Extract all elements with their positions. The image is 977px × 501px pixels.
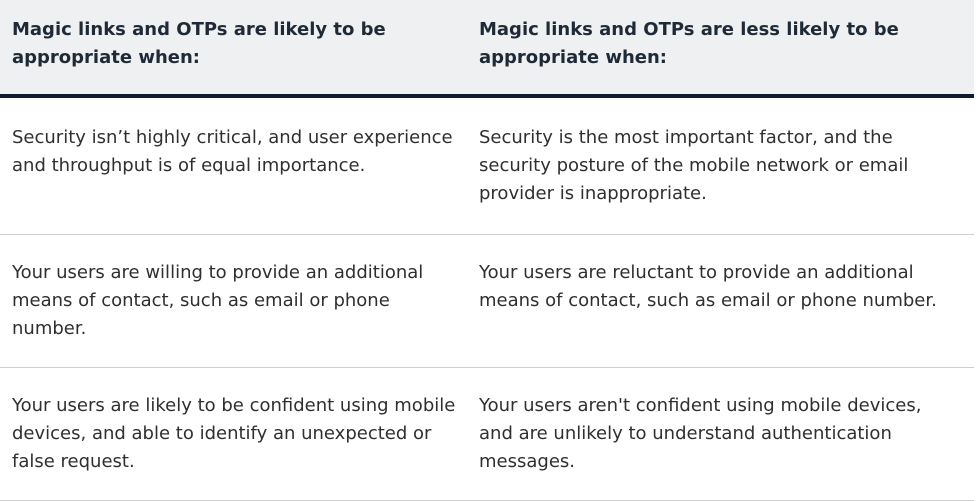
cell-text: Security is the most important factor, a… — [479, 127, 909, 204]
cell-appropriate: Your users are willing to provide an add… — [0, 234, 467, 368]
cell-text: Your users are reluctant to provide an a… — [479, 262, 937, 311]
cell-less-appropriate: Your users aren't confident using mobile… — [467, 367, 974, 501]
table-header: Magic links and OTPs are likely to be ap… — [0, 0, 974, 98]
cell-less-appropriate: Your users are reluctant to provide an a… — [467, 234, 974, 368]
cell-appropriate: Security isn’t highly critical, and user… — [0, 96, 467, 235]
header-row: Magic links and OTPs are likely to be ap… — [0, 0, 974, 98]
table-row: Your users are willing to provide an add… — [0, 234, 974, 368]
cell-less-appropriate: Security is the most important factor, a… — [467, 96, 974, 235]
cell-text: Your users aren't confident using mobile… — [479, 395, 922, 472]
header-less-appropriate: Magic links and OTPs are less likely to … — [467, 0, 974, 98]
comparison-table: Magic links and OTPs are likely to be ap… — [0, 0, 974, 501]
cell-text: Security isn’t highly critical, and user… — [12, 127, 453, 176]
cell-appropriate: Your users are likely to be confident us… — [0, 367, 467, 501]
table-row: Your users are likely to be confident us… — [0, 367, 974, 501]
table-body: Security isn’t highly critical, and user… — [0, 96, 974, 501]
table-row: Security isn’t highly critical, and user… — [0, 96, 974, 235]
header-appropriate: Magic links and OTPs are likely to be ap… — [0, 0, 467, 98]
cell-text: Your users are willing to provide an add… — [12, 262, 424, 339]
cell-text: Your users are likely to be confident us… — [12, 395, 456, 472]
